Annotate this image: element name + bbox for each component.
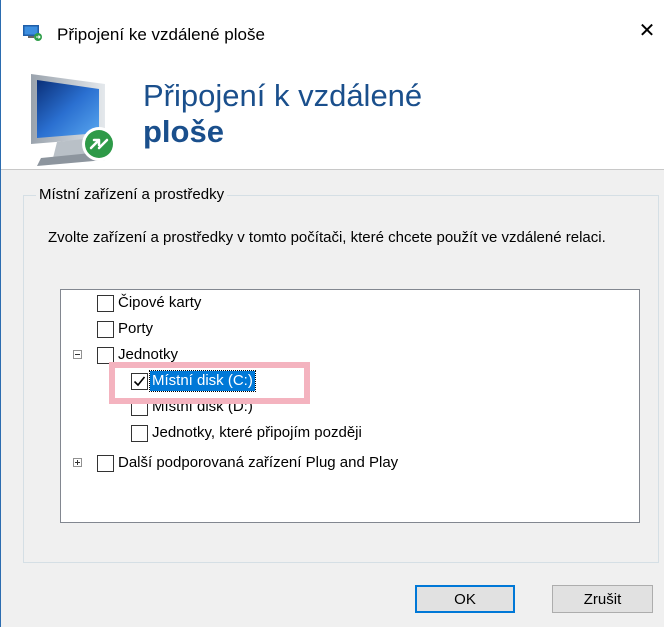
remote-desktop-monitor-icon	[27, 72, 127, 168]
drives-collapse-icon[interactable]	[73, 350, 82, 359]
local-disk-d-checkbox[interactable]	[131, 398, 148, 416]
banner-title-line2: ploše	[143, 114, 224, 149]
smart-cards-checkbox[interactable]	[97, 294, 114, 312]
close-icon: ✕	[638, 20, 656, 42]
remote-desktop-dialog: Připojení ke vzdálené ploše ✕ Připojení …	[0, 0, 664, 627]
tree-item-label: Čipové karty	[118, 294, 202, 311]
banner-title-line1: Připojení k vzdálené	[143, 78, 423, 113]
group-legend: Místní zařízení a prostředky	[36, 186, 228, 204]
tree-item-label: Jednotky	[118, 346, 179, 363]
device-tree[interactable]: Čipové karty Porty Jednotky Místní disk …	[60, 289, 640, 523]
tree-item-ports[interactable]: Porty	[97, 318, 155, 340]
tree-item-label: Porty	[118, 320, 154, 337]
tree-item-drives[interactable]: Jednotky	[97, 344, 180, 366]
remote-desktop-app-icon	[23, 25, 43, 41]
tree-item-label: Místní disk (C:)	[149, 370, 256, 392]
tree-item-later-drives[interactable]: Jednotky, které připojím později	[131, 422, 364, 444]
tree-item-local-disk-c[interactable]: Místní disk (C:)	[131, 370, 256, 392]
later-drives-checkbox[interactable]	[131, 424, 148, 442]
group-description: Zvolte zařízení a prostředky v tomto poč…	[48, 229, 606, 246]
tree-item-label: Místní disk (D:)	[152, 398, 253, 415]
close-button[interactable]: ✕	[629, 14, 664, 48]
window-title: Připojení ke vzdálené ploše	[57, 25, 265, 44]
tree-item-plug-and-play[interactable]: Další podporovaná zařízení Plug and Play	[97, 452, 400, 474]
local-disk-c-checkbox[interactable]	[131, 372, 148, 390]
ports-checkbox[interactable]	[97, 320, 114, 338]
tree-item-label: Jednotky, které připojím později	[152, 424, 362, 441]
check-mark-icon	[133, 375, 146, 386]
ok-button[interactable]: OK	[415, 585, 515, 613]
tree-item-label: Další podporovaná zařízení Plug and Play	[118, 454, 399, 471]
plug-and-play-expand-icon[interactable]	[73, 458, 82, 467]
cancel-button[interactable]: Zrušit	[552, 585, 653, 613]
header-banner: Připojení k vzdálené ploše	[1, 48, 664, 170]
tree-item-smart-cards[interactable]: Čipové karty	[97, 292, 203, 314]
title-bar: Připojení ke vzdálené ploše ✕	[1, 0, 664, 48]
drives-checkbox[interactable]	[97, 346, 114, 364]
tree-item-local-disk-d[interactable]: Místní disk (D:)	[131, 396, 255, 418]
plug-and-play-checkbox[interactable]	[97, 454, 114, 472]
